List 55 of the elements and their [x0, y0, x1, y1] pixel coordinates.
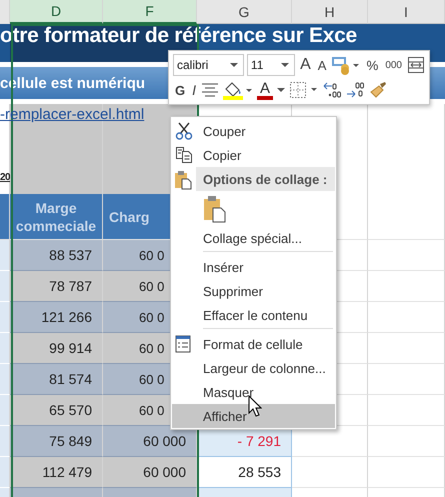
caret-icon[interactable] — [276, 87, 286, 93]
italic-button[interactable]: I — [190, 82, 198, 98]
menu-item[interactable]: Couper — [172, 119, 335, 143]
decimal-icon[interactable] — [322, 81, 342, 99]
font-color-button[interactable]: A — [257, 80, 274, 100]
table-cell: 75 849 — [10, 426, 103, 457]
shrink-font-button[interactable]: A — [316, 58, 328, 72]
paste-button[interactable] — [203, 194, 227, 222]
sheet-cell — [0, 395, 10, 426]
bold-button[interactable]: G — [173, 82, 188, 98]
percent-button[interactable]: % — [364, 58, 380, 72]
format-cells-icon — [175, 335, 191, 353]
sheet-cell — [0, 457, 10, 488]
column-heading: Marge commeciale — [10, 194, 103, 240]
column-header[interactable]: F — [103, 0, 197, 24]
column-header[interactable]: G — [197, 0, 292, 24]
align-center-icon[interactable] — [201, 82, 220, 98]
font-dropdown[interactable]: calibri — [173, 54, 244, 76]
column-header[interactable]: D — [10, 0, 103, 24]
column-header[interactable]: H — [292, 0, 368, 24]
sheet-cell — [0, 240, 10, 271]
decimal-icon[interactable] — [345, 81, 366, 99]
cell-value: - 7 291 — [237, 433, 281, 449]
sheet-cell — [0, 364, 10, 395]
table-cell: 81 574 — [10, 364, 103, 395]
table-cell: 121 266 — [10, 302, 103, 333]
grow-font-button[interactable]: A — [298, 56, 313, 74]
menu-item[interactable]: Afficher — [172, 404, 335, 428]
font-size-dropdown[interactable]: 11 — [246, 54, 296, 76]
banner-title: otre formateur de référence sur Exce — [0, 24, 357, 48]
table-cell: 60 000 — [103, 457, 197, 488]
money-icon[interactable] — [331, 55, 362, 75]
table-cell: 60 000 — [103, 426, 197, 457]
column-header[interactable]: I — [368, 0, 445, 24]
brush-icon[interactable] — [368, 81, 388, 99]
copy-icon — [175, 146, 193, 164]
thousands-button[interactable]: 000 — [383, 60, 404, 70]
table-cell: 78 787 — [10, 271, 103, 302]
menu-heading: Options de collage : — [203, 172, 328, 186]
table-cell: 65 570 — [10, 395, 103, 426]
cell-text: 20 — [0, 172, 9, 183]
clipboard-icon — [174, 170, 192, 190]
table-cell: 88 537 — [10, 240, 103, 271]
fill-bucket-icon[interactable] — [222, 80, 254, 100]
table-icon[interactable] — [407, 56, 425, 74]
sheet-cell — [0, 426, 10, 457]
table-cell: 112 479 — [10, 457, 103, 488]
sheet-cell — [0, 302, 10, 333]
menu-item[interactable]: Copier — [172, 143, 335, 167]
table-cell: 99 914 — [10, 333, 103, 364]
sheet-cell — [0, 333, 10, 364]
borders-icon[interactable] — [289, 81, 320, 99]
sheet-cell — [0, 271, 10, 302]
scissors-icon — [175, 122, 193, 140]
cell-value: 28 553 — [238, 464, 281, 480]
